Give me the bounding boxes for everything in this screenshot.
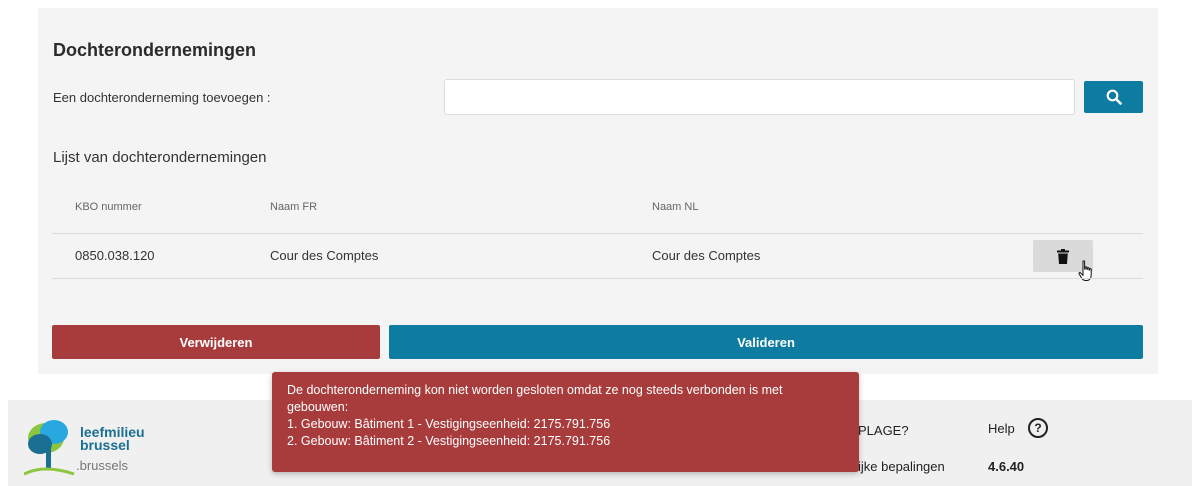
help-link[interactable]: Help [988, 421, 1015, 436]
add-subsidiary-label: Een dochteronderneming toevoegen : [53, 90, 271, 105]
leefmilieu-logo[interactable]: leefmilieu brussel .brussels [24, 418, 174, 478]
footer-link-plage[interactable]: PLAGE? [858, 423, 909, 438]
tree-logo-icon [24, 420, 75, 476]
column-header-kbo: KBO nummer [75, 201, 142, 213]
trash-icon [1057, 248, 1069, 264]
search-button[interactable] [1084, 81, 1143, 113]
subsidiary-search-input[interactable] [444, 79, 1075, 115]
column-header-naam-nl: Naam NL [652, 201, 699, 213]
subsidiaries-panel: Dochterondernemingen Een dochterondernem… [38, 8, 1158, 374]
search-icon [1106, 89, 1122, 105]
logo-line-2: brussel [80, 437, 130, 453]
help-circle-icon[interactable]: ? [1028, 418, 1048, 438]
validate-button[interactable]: Valideren [389, 325, 1143, 359]
cell-kbo: 0850.038.120 [75, 248, 155, 263]
cell-naam-nl: Cour des Comptes [652, 248, 761, 263]
version-label: 4.6.40 [988, 459, 1025, 474]
table-divider [52, 233, 1143, 234]
table-divider [52, 278, 1143, 279]
toast-message-line: gebouwen: [287, 400, 349, 414]
footer-link-bepalingen[interactable]: ijke bepalingen [858, 459, 945, 474]
column-header-naam-fr: Naam FR [270, 201, 318, 213]
toast-message-line: De dochteronderneming kon niet worden ge… [287, 383, 783, 397]
logo-domain: .brussels [76, 458, 129, 473]
remove-button[interactable]: Verwijderen [52, 325, 380, 359]
list-heading: Lijst van dochterondernemingen [53, 149, 267, 166]
toast-message-line: 1. Gebouw: Bâtiment 1 - Vestigingseenhei… [287, 417, 611, 431]
error-toast[interactable]: De dochteronderneming kon niet worden ge… [272, 372, 859, 472]
cell-naam-fr: Cour des Comptes [270, 248, 379, 263]
section-title: Dochterondernemingen [53, 40, 257, 60]
toast-message-line: 2. Gebouw: Bâtiment 2 - Vestigingseenhei… [287, 434, 611, 448]
